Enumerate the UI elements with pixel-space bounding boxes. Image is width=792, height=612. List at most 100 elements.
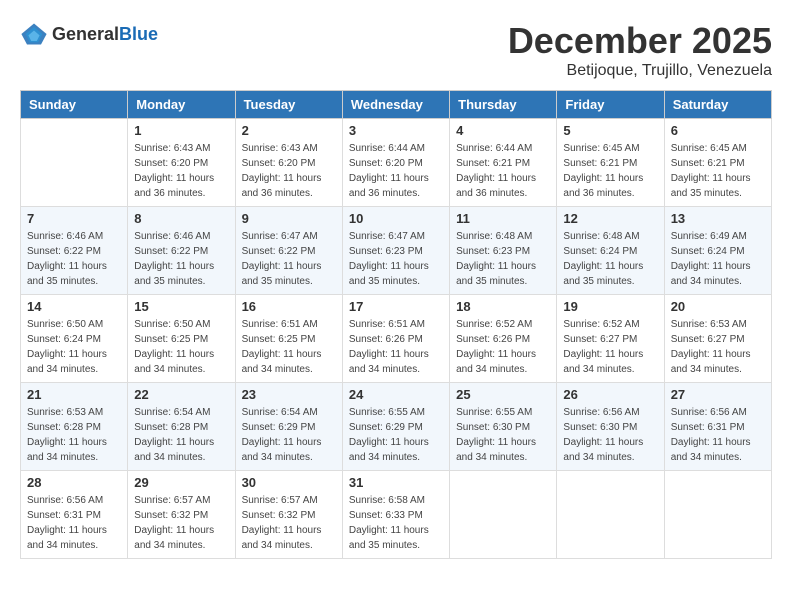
- day-number: 26: [563, 387, 657, 402]
- day-number: 8: [134, 211, 228, 226]
- calendar-cell: 30Sunrise: 6:57 AMSunset: 6:32 PMDayligh…: [235, 471, 342, 559]
- column-header-tuesday: Tuesday: [235, 91, 342, 119]
- calendar-cell: 29 Sunrise: 6:57 AMSunset: 6:32 PMDayligh…: [128, 471, 235, 559]
- location-subtitle: Betijoque, Trujillo, Venezuela: [508, 62, 772, 80]
- calendar-cell: 31 Sunrise: 6:58 AMSunset: 6:33 PMDayligh…: [342, 471, 449, 559]
- day-info: Sunrise: 6:46 AMSunset: 6:22 PMDaylight:…: [134, 229, 228, 289]
- logo-icon: [20, 20, 48, 48]
- day-number: 18: [456, 299, 550, 314]
- day-number: 19: [563, 299, 657, 314]
- day-info: Sunrise: 6:49 AMSunset: 6:24 PMDaylight:…: [671, 229, 765, 289]
- day-number: 9: [242, 211, 336, 226]
- day-number: 24: [349, 387, 443, 402]
- day-info: Sunrise: 6:51 AMSunset: 6:26 PMDaylight:…: [349, 317, 443, 377]
- day-info: Sunrise: 6:57 AMSunset: 6:32 PMDaylight:…: [134, 493, 228, 553]
- calendar-cell: 26Sunrise: 6:56 AMSunset: 6:30 PMDayligh…: [557, 383, 664, 471]
- calendar-cell: 20 Sunrise: 6:53 AMSunset: 6:27 PMDayligh…: [664, 295, 771, 383]
- day-number: 15: [134, 299, 228, 314]
- day-info: Sunrise: 6:50 AMSunset: 6:24 PMDaylight:…: [27, 317, 121, 377]
- calendar-cell: 23 Sunrise: 6:54 AMSunset: 6:29 PMDayligh…: [235, 383, 342, 471]
- calendar-cell: 18 Sunrise: 6:52 AMSunset: 6:26 PMDayligh…: [450, 295, 557, 383]
- calendar-cell: 10 Sunrise: 6:47 AMSunset: 6:23 PMDayligh…: [342, 207, 449, 295]
- day-number: 12: [563, 211, 657, 226]
- title-block: December 2025 Betijoque, Trujillo, Venez…: [508, 20, 772, 80]
- day-number: 20: [671, 299, 765, 314]
- day-info: Sunrise: 6:47 AMSunset: 6:22 PMDaylight:…: [242, 229, 336, 289]
- day-number: 27: [671, 387, 765, 402]
- day-info: Sunrise: 6:53 AMSunset: 6:27 PMDaylight:…: [671, 317, 765, 377]
- day-info: Sunrise: 6:57 AMSunset: 6:32 PMDaylight:…: [242, 493, 336, 553]
- day-number: 21: [27, 387, 121, 402]
- day-number: 17: [349, 299, 443, 314]
- calendar-cell: [450, 471, 557, 559]
- calendar-cell: 11Sunrise: 6:48 AMSunset: 6:23 PMDayligh…: [450, 207, 557, 295]
- day-number: 6: [671, 123, 765, 138]
- column-header-sunday: Sunday: [21, 91, 128, 119]
- calendar-cell: [664, 471, 771, 559]
- calendar-cell: 1Sunrise: 6:43 AMSunset: 6:20 PMDaylight…: [128, 119, 235, 207]
- day-number: 25: [456, 387, 550, 402]
- column-header-saturday: Saturday: [664, 91, 771, 119]
- calendar-cell: 17 Sunrise: 6:51 AMSunset: 6:26 PMDayligh…: [342, 295, 449, 383]
- calendar-week-row: 21 Sunrise: 6:53 AMSunset: 6:28 PMDayligh…: [21, 383, 772, 471]
- day-number: 13: [671, 211, 765, 226]
- logo-text: GeneralBlue: [52, 24, 158, 45]
- day-info: Sunrise: 6:51 AMSunset: 6:25 PMDaylight:…: [242, 317, 336, 377]
- day-info: Sunrise: 6:54 AMSunset: 6:29 PMDaylight:…: [242, 405, 336, 465]
- calendar-cell: 27Sunrise: 6:56 AMSunset: 6:31 PMDayligh…: [664, 383, 771, 471]
- day-info: Sunrise: 6:45 AMSunset: 6:21 PMDaylight:…: [563, 141, 657, 201]
- calendar-cell: 5 Sunrise: 6:45 AMSunset: 6:21 PMDaylight…: [557, 119, 664, 207]
- day-info: Sunrise: 6:54 AMSunset: 6:28 PMDaylight:…: [134, 405, 228, 465]
- calendar-cell: 22Sunrise: 6:54 AMSunset: 6:28 PMDayligh…: [128, 383, 235, 471]
- calendar-cell: [21, 119, 128, 207]
- day-number: 10: [349, 211, 443, 226]
- day-info: Sunrise: 6:55 AMSunset: 6:30 PMDaylight:…: [456, 405, 550, 465]
- calendar-cell: 12Sunrise: 6:48 AMSunset: 6:24 PMDayligh…: [557, 207, 664, 295]
- month-year-title: December 2025: [508, 20, 772, 62]
- day-number: 23: [242, 387, 336, 402]
- day-info: Sunrise: 6:43 AMSunset: 6:20 PMDaylight:…: [242, 141, 336, 201]
- day-number: 3: [349, 123, 443, 138]
- day-info: Sunrise: 6:50 AMSunset: 6:25 PMDaylight:…: [134, 317, 228, 377]
- day-info: Sunrise: 6:47 AMSunset: 6:23 PMDaylight:…: [349, 229, 443, 289]
- day-number: 4: [456, 123, 550, 138]
- calendar-cell: 7 Sunrise: 6:46 AMSunset: 6:22 PMDaylight…: [21, 207, 128, 295]
- calendar-cell: 25 Sunrise: 6:55 AMSunset: 6:30 PMDayligh…: [450, 383, 557, 471]
- calendar-cell: 28Sunrise: 6:56 AMSunset: 6:31 PMDayligh…: [21, 471, 128, 559]
- calendar-cell: 9 Sunrise: 6:47 AMSunset: 6:22 PMDaylight…: [235, 207, 342, 295]
- column-header-friday: Friday: [557, 91, 664, 119]
- calendar-week-row: 7 Sunrise: 6:46 AMSunset: 6:22 PMDaylight…: [21, 207, 772, 295]
- calendar-week-row: 1Sunrise: 6:43 AMSunset: 6:20 PMDaylight…: [21, 119, 772, 207]
- day-number: 5: [563, 123, 657, 138]
- day-info: Sunrise: 6:58 AMSunset: 6:33 PMDaylight:…: [349, 493, 443, 553]
- calendar-cell: 2Sunrise: 6:43 AMSunset: 6:20 PMDaylight…: [235, 119, 342, 207]
- day-info: Sunrise: 6:52 AMSunset: 6:26 PMDaylight:…: [456, 317, 550, 377]
- day-info: Sunrise: 6:52 AMSunset: 6:27 PMDaylight:…: [563, 317, 657, 377]
- day-info: Sunrise: 6:53 AMSunset: 6:28 PMDaylight:…: [27, 405, 121, 465]
- column-header-wednesday: Wednesday: [342, 91, 449, 119]
- day-number: 31: [349, 475, 443, 490]
- calendar-cell: 24Sunrise: 6:55 AMSunset: 6:29 PMDayligh…: [342, 383, 449, 471]
- day-info: Sunrise: 6:45 AMSunset: 6:21 PMDaylight:…: [671, 141, 765, 201]
- calendar-cell: [557, 471, 664, 559]
- calendar-cell: 19 Sunrise: 6:52 AMSunset: 6:27 PMDayligh…: [557, 295, 664, 383]
- day-info: Sunrise: 6:44 AMSunset: 6:20 PMDaylight:…: [349, 141, 443, 201]
- column-header-thursday: Thursday: [450, 91, 557, 119]
- day-info: Sunrise: 6:48 AMSunset: 6:23 PMDaylight:…: [456, 229, 550, 289]
- calendar-table: SundayMondayTuesdayWednesdayThursdayFrid…: [20, 90, 772, 559]
- calendar-header-row: SundayMondayTuesdayWednesdayThursdayFrid…: [21, 91, 772, 119]
- calendar-cell: 21 Sunrise: 6:53 AMSunset: 6:28 PMDayligh…: [21, 383, 128, 471]
- day-info: Sunrise: 6:46 AMSunset: 6:22 PMDaylight:…: [27, 229, 121, 289]
- calendar-cell: 16 Sunrise: 6:51 AMSunset: 6:25 PMDayligh…: [235, 295, 342, 383]
- day-number: 29: [134, 475, 228, 490]
- logo: GeneralBlue: [20, 20, 158, 48]
- calendar-cell: 4Sunrise: 6:44 AMSunset: 6:21 PMDaylight…: [450, 119, 557, 207]
- logo-general: General: [52, 24, 119, 44]
- calendar-cell: 15 Sunrise: 6:50 AMSunset: 6:25 PMDayligh…: [128, 295, 235, 383]
- day-number: 16: [242, 299, 336, 314]
- day-number: 7: [27, 211, 121, 226]
- calendar-cell: 3 Sunrise: 6:44 AMSunset: 6:20 PMDaylight…: [342, 119, 449, 207]
- day-number: 28: [27, 475, 121, 490]
- logo-blue: Blue: [119, 24, 158, 44]
- page-header: GeneralBlue December 2025 Betijoque, Tru…: [20, 20, 772, 80]
